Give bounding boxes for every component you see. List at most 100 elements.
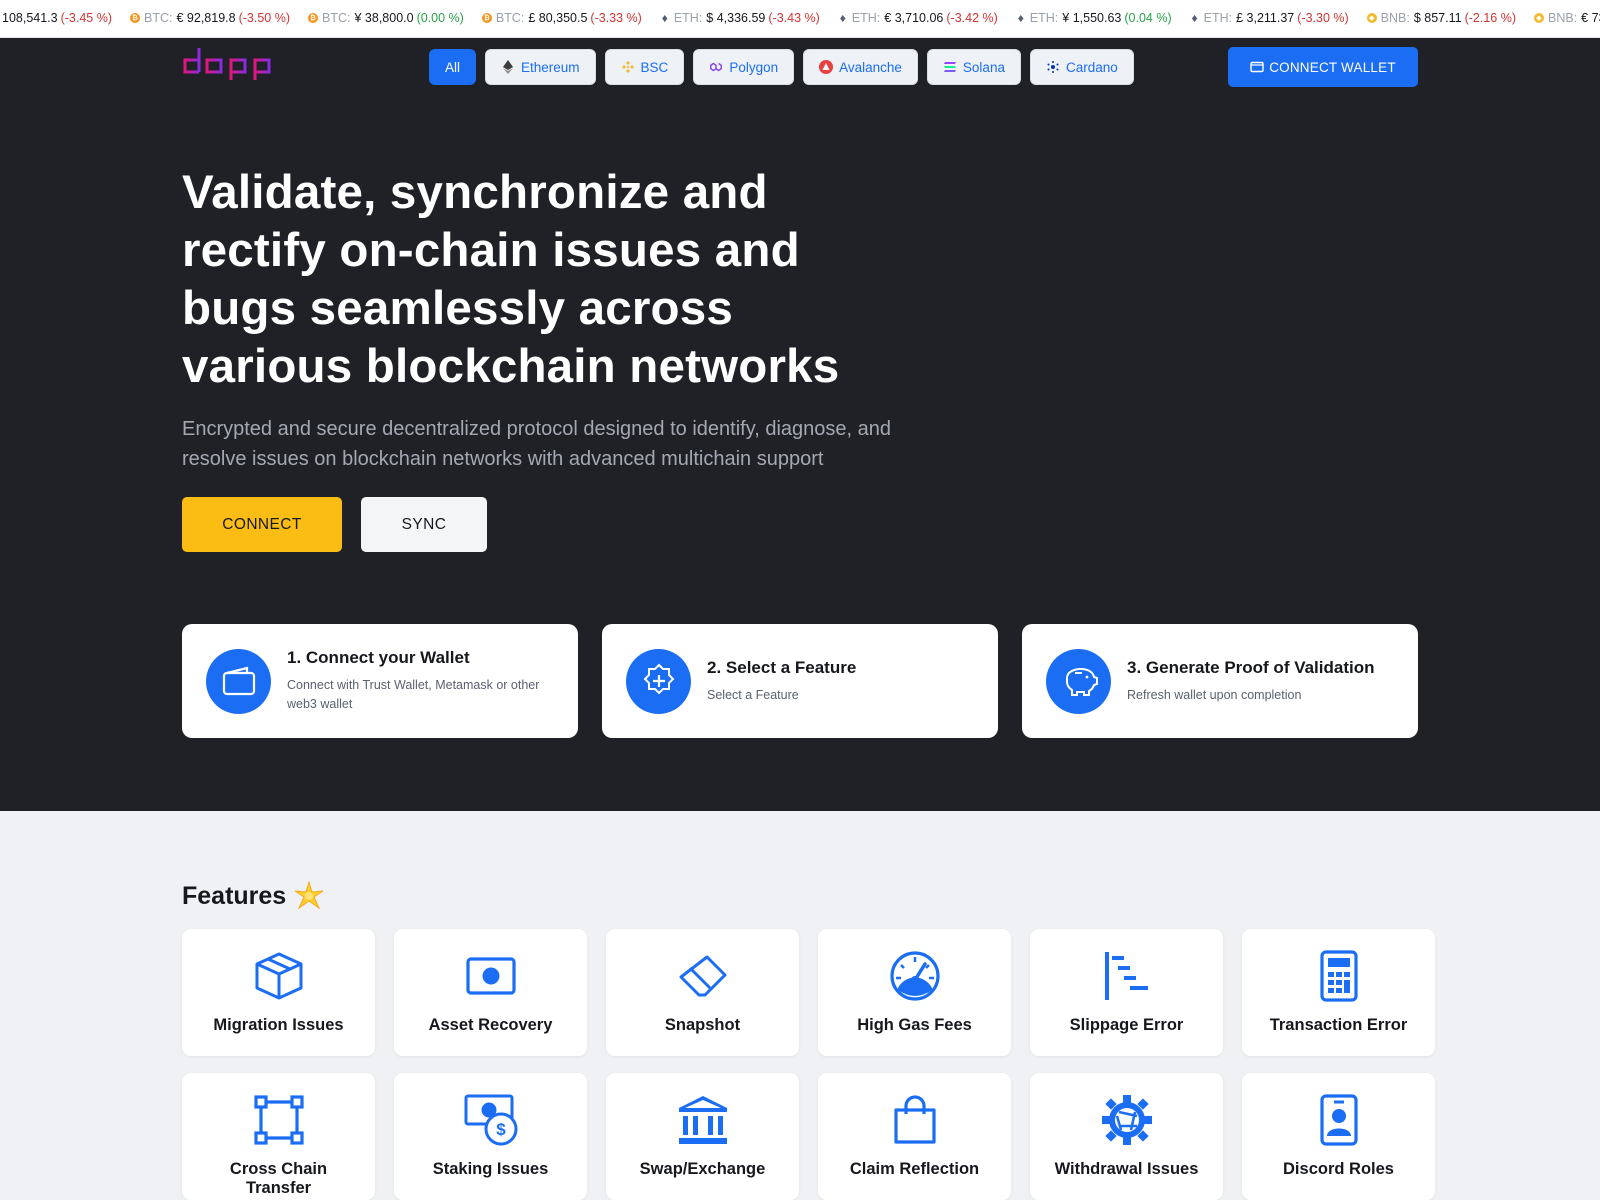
- hero-subline: Encrypted and secure decentralized proto…: [182, 418, 891, 470]
- tab-label: BSC: [640, 59, 669, 75]
- feature-card-asset-recovery[interactable]: Asset Recovery: [394, 929, 587, 1056]
- ticker-price: £ 3,211.37: [1236, 11, 1295, 25]
- tab-label: Polygon: [729, 59, 779, 75]
- connect-wallet-button[interactable]: CONNECT WALLET: [1228, 47, 1418, 87]
- tab-solana[interactable]: Solana: [926, 49, 1021, 85]
- tab-cardano[interactable]: Cardano: [1029, 49, 1134, 85]
- sync-button[interactable]: SYNC: [361, 497, 487, 552]
- feature-label: Staking Issues: [432, 1160, 549, 1178]
- connect-wallet-label: CONNECT WALLET: [1269, 59, 1396, 75]
- ticker-symbol: BNB:: [1380, 11, 1410, 25]
- piggy-bank-icon: [1046, 648, 1111, 714]
- ticker-price: ¥ 38,800.0: [354, 11, 414, 25]
- tab-polygon[interactable]: Polygon: [693, 49, 795, 85]
- ticker-item: ₿ BTC: £ 80,350.5 (-3.33 %): [481, 11, 642, 25]
- tab-ethereum[interactable]: Ethereum: [485, 49, 596, 85]
- tab-label: Cardano: [1065, 59, 1118, 75]
- cash-coin-icon: $: [463, 1093, 519, 1147]
- ticker-price: € 3,710.06: [884, 11, 944, 25]
- badge-icon: [1319, 1093, 1359, 1147]
- bnb-coin-icon: ◆: [1533, 13, 1544, 23]
- ticker-price: 108,541.3: [2, 11, 58, 25]
- ticker-item: 108,541.3 (-3.45 %): [2, 11, 112, 25]
- ticker-symbol: ETH:: [673, 11, 703, 25]
- ticker-symbol: ETH:: [851, 11, 881, 25]
- avalanche-icon: [819, 60, 834, 74]
- calculator-icon: [1319, 949, 1359, 1003]
- gear-shutter-icon: [1101, 1093, 1153, 1147]
- eth-coin-icon: ♦: [1017, 11, 1024, 25]
- tab-label: Solana: [962, 59, 1005, 75]
- ticker-change: (-3.30 %): [1297, 11, 1349, 25]
- bank-icon: [677, 1093, 729, 1147]
- ticker-price: € 92,819.8: [176, 11, 236, 25]
- hero-headline: Validate, synchronize and rectify on-cha…: [182, 166, 840, 393]
- record-icon: [465, 949, 517, 1003]
- tab-bsc[interactable]: BSC: [604, 49, 685, 85]
- svg-text:$: $: [496, 1120, 506, 1139]
- feature-card-discord-roles[interactable]: Discord Roles: [1242, 1073, 1435, 1200]
- ticker-symbol: BTC:: [322, 11, 351, 25]
- feature-card-transaction-error[interactable]: Transaction Error: [1242, 929, 1435, 1056]
- step-title: 3. Generate Proof of Validation: [1127, 657, 1375, 677]
- wallet-icon: [1250, 61, 1264, 73]
- feature-card-withdrawal-issues[interactable]: Withdrawal Issues: [1030, 1073, 1223, 1200]
- ticker-change: (0.04 %): [1124, 11, 1172, 25]
- dapp-logo[interactable]: [181, 46, 273, 88]
- feature-label: Cross Chain Transfer: [229, 1160, 328, 1197]
- tab-all[interactable]: All: [429, 49, 477, 85]
- feature-card-staking-issues[interactable]: $ Staking Issues: [394, 1073, 587, 1200]
- ticker-item: ♦ ETH: € 3,710.06 (-3.42 %): [838, 11, 998, 25]
- step-title: 1. Connect your Wallet: [287, 648, 470, 667]
- feature-card-slippage-error[interactable]: Slippage Error: [1030, 929, 1223, 1056]
- connect-button[interactable]: CONNECT: [182, 497, 342, 552]
- feature-card-migration-issues[interactable]: Migration Issues: [182, 929, 375, 1056]
- feature-label: Snapshot: [664, 1016, 741, 1034]
- price-ticker: 108,541.3 (-3.45 %) ₿ BTC: € 92,819.8 (-3.50 …: [0, 0, 1600, 38]
- step-desc: Select a Feature: [707, 687, 799, 702]
- ticker-item: ◆ BNB: $ 857.11 (-2.16 %): [1366, 11, 1516, 25]
- eth-coin-icon: ♦: [661, 11, 668, 25]
- ticker-change: (-3.43 %): [768, 11, 820, 25]
- step-card-proof: 3. Generate Proof of Validation Refresh …: [1022, 624, 1418, 738]
- feature-card-high-gas-fees[interactable]: High Gas Fees: [818, 929, 1011, 1056]
- bar-list-icon: [1101, 949, 1153, 1003]
- cardano-icon: [1046, 60, 1060, 74]
- ticker-symbol: ETH:: [1029, 11, 1059, 25]
- ticker-change: (-3.50 %): [238, 11, 290, 25]
- feature-card-snapshot[interactable]: Snapshot: [606, 929, 799, 1056]
- bounding-box-icon: [253, 1093, 305, 1147]
- ticker-symbol: BNB:: [1547, 11, 1578, 25]
- bag-icon: [892, 1093, 938, 1147]
- feature-card-swap-exchange[interactable]: Swap/Exchange: [606, 1073, 799, 1200]
- ticker-price: ¥ 1,550.63: [1062, 11, 1122, 25]
- feature-label: Migration Issues: [213, 1016, 344, 1034]
- feature-label: Claim Reflection: [849, 1160, 980, 1178]
- feature-label: Swap/Exchange: [639, 1160, 766, 1178]
- tab-label: Avalanche: [839, 59, 902, 75]
- step-desc: Connect with Trust Wallet, Metamask or o…: [287, 678, 540, 711]
- bnb-coin-icon: ◆: [1366, 13, 1377, 23]
- speedometer-icon: [889, 949, 941, 1003]
- polygon-icon: [709, 60, 723, 74]
- box-icon: [253, 949, 305, 1003]
- ticker-price: £ 80,350.5: [528, 11, 588, 25]
- step-desc: Refresh wallet upon completion: [1127, 687, 1302, 702]
- bsc-icon: [621, 60, 635, 74]
- wallet-icon: [206, 648, 271, 714]
- ticker-change: (-3.42 %): [946, 11, 998, 25]
- step-card-select: 2. Select a Feature Select a Feature: [602, 624, 998, 738]
- tab-avalanche[interactable]: Avalanche: [803, 49, 918, 85]
- features-heading: Features: [182, 881, 324, 911]
- btc-coin-icon: ₿: [130, 13, 141, 23]
- ticker-item: ♦ ETH: $ 4,336.59 (-3.43 %): [660, 11, 820, 25]
- tab-label: All: [445, 59, 461, 75]
- features-title: Features: [182, 881, 287, 910]
- feature-label: Asset Recovery: [428, 1016, 553, 1034]
- feature-card-cross-chain-transfer[interactable]: Cross Chain Transfer: [182, 1073, 375, 1200]
- step-title: 2. Select a Feature: [707, 657, 857, 677]
- sparkle-star-icon: [294, 881, 324, 911]
- feature-card-claim-reflection[interactable]: Claim Reflection: [818, 1073, 1011, 1200]
- feature-label: Transaction Error: [1269, 1016, 1408, 1034]
- feature-label: High Gas Fees: [857, 1016, 972, 1034]
